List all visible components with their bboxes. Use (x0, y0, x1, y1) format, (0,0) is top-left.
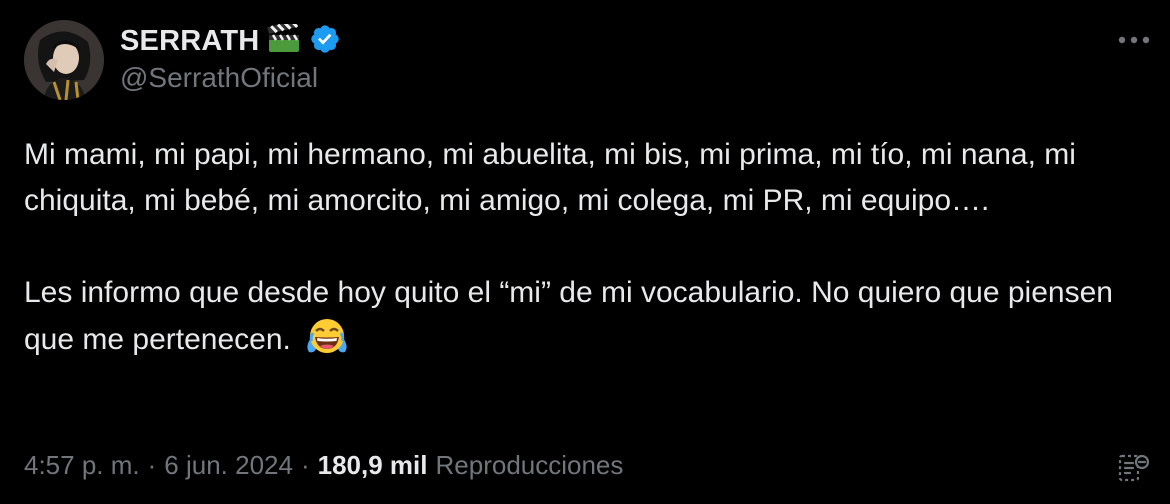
avatar-image (24, 20, 104, 100)
tweet-paragraph-1: Mi mami, mi papi, mi hermano, mi abuelit… (24, 138, 1076, 217)
tweet-paragraph-2-text: Les informo que desde hoy quito el “mi” … (24, 276, 1113, 356)
meta-separator: · (147, 450, 157, 480)
more-options-button[interactable] (1114, 22, 1154, 58)
clapper-board-icon (267, 19, 301, 59)
avatar[interactable] (24, 20, 104, 100)
tweet-text: Mi mami, mi papi, mi hermano, mi abuelit… (24, 132, 1144, 370)
tweet-paragraph-2: Les informo que desde hoy quito el “mi” … (24, 270, 1144, 370)
author-handle[interactable]: @SerrathOficial (120, 62, 318, 94)
more-dots-icon (1118, 36, 1150, 44)
face-with-tears-of-joy-icon (305, 316, 349, 370)
views-label: Reproducciones (435, 450, 624, 480)
verified-badge-icon[interactable] (309, 23, 341, 60)
tweet-card: SERRATH @SerrathOficial Mi mami, mi papi… (0, 0, 1170, 504)
meta-separator: · (300, 450, 310, 480)
analytics-icon (1118, 454, 1150, 482)
views-count[interactable]: 180,9 mil (318, 450, 428, 481)
display-name[interactable]: SERRATH (120, 25, 259, 58)
tweet-date[interactable]: 6 jun. 2024 (164, 450, 293, 481)
author-name-row[interactable]: SERRATH (120, 19, 341, 60)
analytics-button[interactable] (1114, 448, 1154, 488)
tweet-meta: 4:57 p. m. · 6 jun. 2024 · 180,9 mil Rep… (24, 450, 623, 481)
tweet-time[interactable]: 4:57 p. m. (24, 450, 140, 481)
